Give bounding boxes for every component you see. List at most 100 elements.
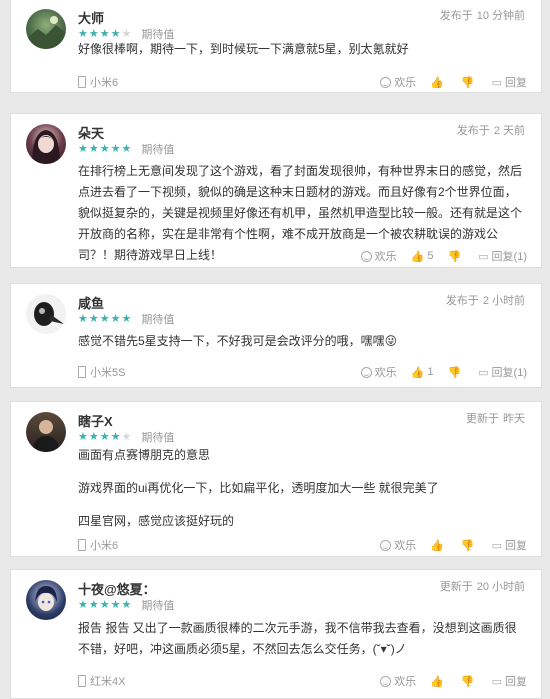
comment-actions: 欢乐 👍 👎 ▭ 回复 bbox=[366, 673, 527, 689]
star-rating: ★ ★ ★ ★ ★ bbox=[78, 430, 132, 443]
thumbs-down-icon: 👎 bbox=[460, 539, 475, 552]
device-name: 红米4X bbox=[90, 676, 126, 688]
rating-label: 期待值 bbox=[141, 144, 175, 156]
avatar-anime-girl-icon bbox=[32, 130, 60, 164]
reply-button[interactable]: ▭ 回复 bbox=[492, 537, 527, 553]
star-icon: ★ bbox=[99, 142, 110, 155]
star-icon: ★ bbox=[99, 430, 110, 443]
avatar-person-icon bbox=[32, 420, 60, 452]
star-icon: ★ bbox=[99, 598, 110, 611]
device-info: 红米4X bbox=[78, 673, 125, 689]
comment-body: 画面有点赛博朋克的意思 游戏界面的ui再优化一下，比如扁平化，透明度加大一些 就很… bbox=[78, 445, 523, 544]
comment-paragraph: 好像很棒啊，期待一下，到时候玩一下满意就5星，别太氪就好 bbox=[78, 42, 409, 56]
star-rating: ★ ★ ★ ★ ★ bbox=[78, 598, 131, 611]
fun-label: 欢乐 bbox=[374, 367, 397, 379]
username[interactable]: 瞎子X bbox=[78, 411, 113, 430]
like-button[interactable]: 👍 bbox=[430, 76, 447, 89]
fun-button[interactable]: 欢乐 bbox=[360, 248, 397, 264]
user-avatar[interactable] bbox=[26, 412, 66, 452]
like-button[interactable]: 👍 1 bbox=[411, 366, 434, 379]
like-count: 1 bbox=[427, 366, 434, 378]
star-icon: ★ bbox=[88, 27, 99, 40]
device-info: 小米6 bbox=[78, 74, 118, 90]
rating: ★ ★ ★ ★ ★ 期待值 bbox=[78, 430, 174, 444]
time-label: 发布于 bbox=[456, 125, 490, 137]
like-button[interactable]: 👍 5 bbox=[411, 250, 434, 263]
user-avatar[interactable] bbox=[26, 580, 66, 620]
dislike-button[interactable]: 👎 bbox=[447, 366, 464, 379]
comment-actions: 欢乐 👍 5 👎 ▭ 回复(1) bbox=[347, 248, 527, 264]
like-button[interactable]: 👍 bbox=[430, 675, 447, 688]
thumbs-up-icon: 👍 bbox=[410, 250, 425, 263]
star-rating: ★ ★ ★ ★ ★ bbox=[78, 27, 131, 40]
rating-label: 期待值 bbox=[141, 314, 175, 326]
post-time: 更新于 昨天 bbox=[466, 410, 525, 426]
reply-icon: ▭ bbox=[478, 366, 489, 379]
comment-paragraph: 感觉不错先5星支持一下，不好我可是会改评分的哦，嘿嘿😜 bbox=[78, 334, 398, 348]
time-label: 发布于 bbox=[445, 295, 479, 307]
star-icon: ★ bbox=[121, 312, 132, 325]
fun-button[interactable]: 欢乐 bbox=[380, 537, 416, 553]
star-icon: ★ bbox=[78, 142, 88, 155]
phone-icon bbox=[78, 366, 86, 378]
star-icon: ★ bbox=[78, 27, 88, 40]
reply-button[interactable]: ▭ 回复 bbox=[492, 673, 527, 689]
fun-button[interactable]: 欢乐 bbox=[380, 673, 416, 689]
time-value: 20 小时前 bbox=[476, 581, 525, 593]
star-icon: ★ bbox=[88, 430, 99, 443]
username[interactable]: 朵天 bbox=[78, 123, 104, 142]
dislike-button[interactable]: 👎 bbox=[461, 76, 478, 89]
reply-button[interactable]: ▭ 回复 bbox=[492, 74, 527, 90]
post-time: 发布于 10 分钟前 bbox=[440, 7, 525, 23]
user-avatar[interactable] bbox=[26, 9, 66, 49]
like-count: 5 bbox=[427, 250, 434, 262]
user-avatar[interactable] bbox=[26, 294, 66, 334]
reply-label: 回复(1) bbox=[491, 251, 527, 263]
star-icon: ★ bbox=[110, 27, 121, 40]
rating-label: 期待值 bbox=[141, 600, 175, 612]
username[interactable]: 咸鱼 bbox=[78, 293, 104, 312]
phone-icon bbox=[78, 675, 86, 687]
device-name: 小米5S bbox=[90, 367, 126, 379]
time-label: 更新于 bbox=[439, 581, 473, 593]
fun-button[interactable]: 欢乐 bbox=[360, 364, 397, 380]
thumbs-up-icon: 👍 bbox=[430, 76, 444, 89]
username[interactable]: 十夜@悠夏： bbox=[78, 579, 156, 598]
username[interactable]: 大师 bbox=[78, 8, 104, 27]
comment-actions: 欢乐 👍 1 👎 ▭ 回复(1) bbox=[347, 364, 527, 380]
fun-label: 欢乐 bbox=[374, 251, 397, 263]
thumbs-up-icon: 👍 bbox=[430, 675, 444, 688]
rating: ★ ★ ★ ★ ★ 期待值 bbox=[78, 142, 174, 156]
reply-button[interactable]: ▭ 回复(1) bbox=[478, 364, 527, 380]
like-button[interactable]: 👍 bbox=[430, 539, 447, 552]
dislike-button[interactable]: 👎 bbox=[461, 539, 478, 552]
reply-label: 回复 bbox=[505, 77, 527, 89]
thumbs-down-icon: 👎 bbox=[447, 366, 462, 379]
reply-icon: ▭ bbox=[491, 539, 502, 552]
device-name: 小米6 bbox=[90, 540, 119, 552]
dislike-button[interactable]: 👎 bbox=[461, 675, 478, 688]
fun-label: 欢乐 bbox=[394, 77, 417, 89]
star-icon: ★ bbox=[121, 430, 132, 443]
dislike-button[interactable]: 👎 bbox=[447, 250, 464, 263]
user-avatar[interactable] bbox=[26, 124, 66, 164]
rating-label: 期待值 bbox=[141, 432, 175, 444]
star-rating: ★ ★ ★ ★ ★ bbox=[78, 312, 132, 325]
star-icon: ★ bbox=[88, 598, 99, 611]
time-label: 发布于 bbox=[439, 10, 473, 22]
comment-paragraph: 画面有点赛博朋克的意思 bbox=[78, 448, 211, 462]
comment-paragraph: 报告 报告 又出了一款画质很棒的二次元手游，我不信带我去查看，没想到这画质很不错… bbox=[78, 621, 517, 656]
thumbs-down-icon: 👎 bbox=[460, 76, 475, 89]
time-value: 2 小时前 bbox=[482, 295, 525, 307]
star-icon: ★ bbox=[88, 312, 99, 325]
device-name: 小米6 bbox=[90, 77, 119, 89]
reply-button[interactable]: ▭ 回复(1) bbox=[478, 248, 527, 264]
star-icon: ★ bbox=[78, 312, 88, 325]
star-icon: ★ bbox=[110, 142, 121, 155]
star-icon: ★ bbox=[78, 430, 88, 443]
post-time: 发布于 2 天前 bbox=[457, 122, 525, 138]
avatar-anime-boy-icon bbox=[35, 586, 57, 611]
star-icon: ★ bbox=[121, 142, 132, 155]
device-info: 小米5S bbox=[78, 364, 125, 380]
fun-button[interactable]: 欢乐 bbox=[380, 74, 416, 90]
